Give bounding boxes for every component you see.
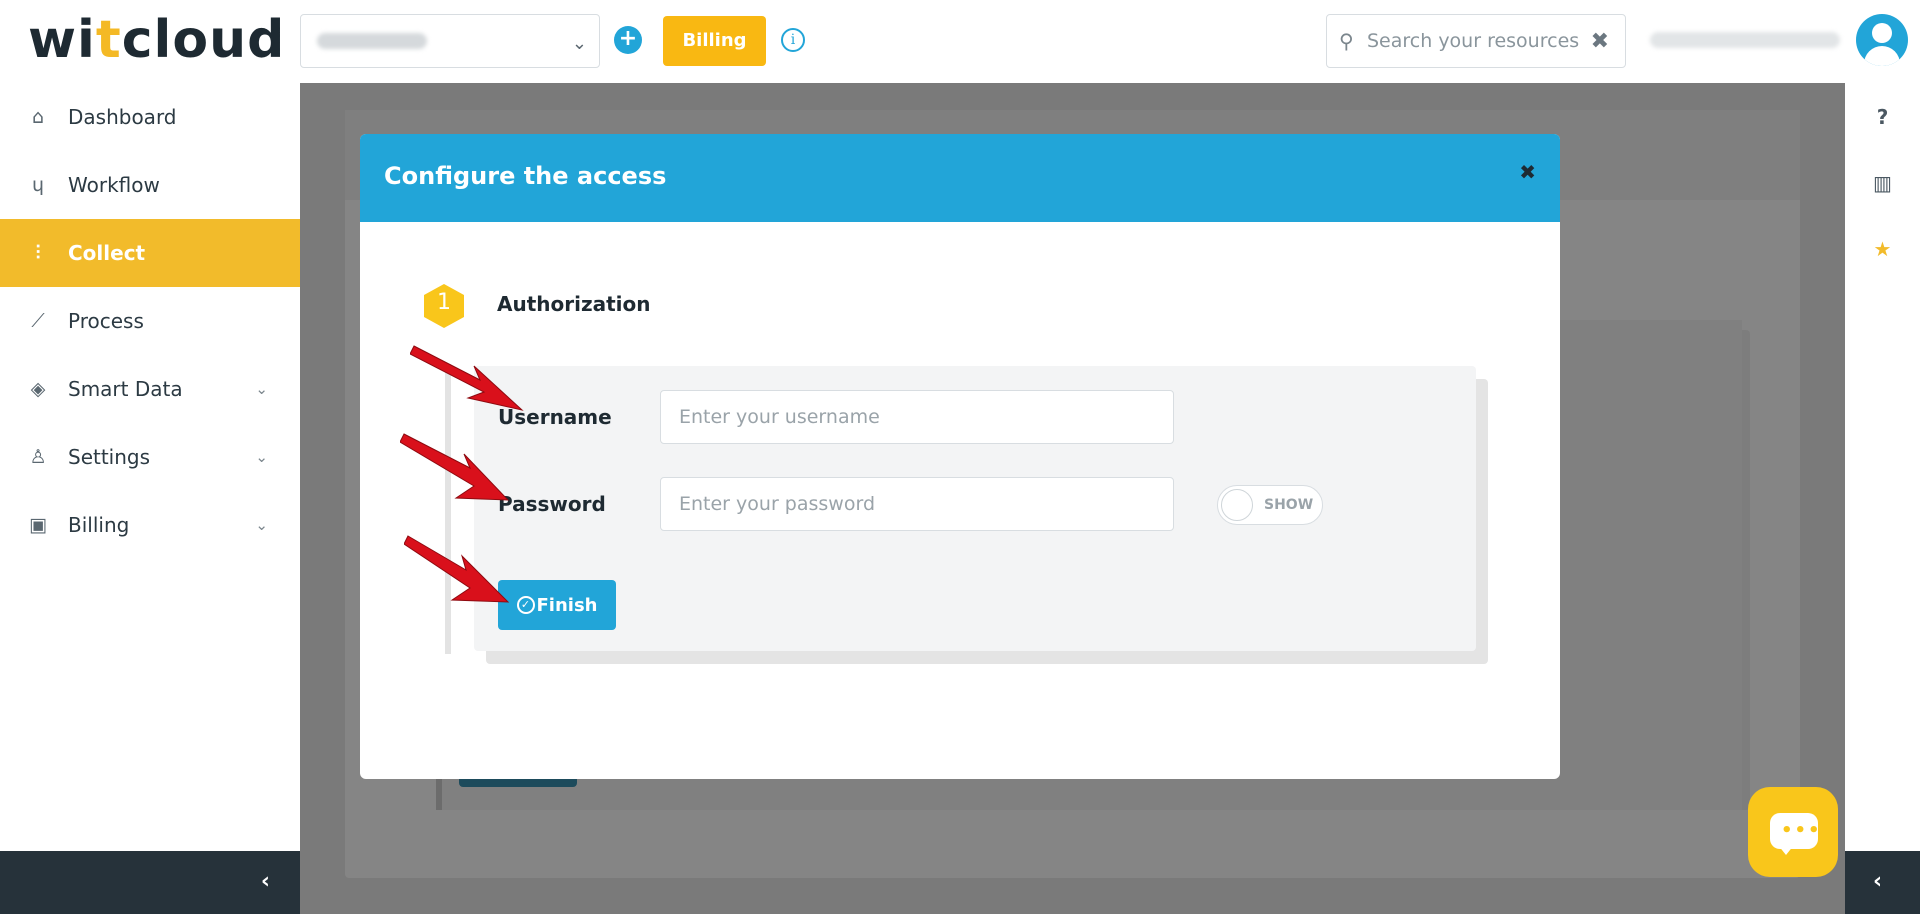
user-icon: ♙ — [29, 446, 47, 468]
annotation-arrow-username-icon — [410, 345, 524, 411]
sidebar-item-label: Dashboard — [68, 105, 177, 129]
sidebar-item-settings[interactable]: ♙ Settings ⌄ — [0, 423, 300, 491]
sidebar-item-process[interactable]: ⟋ Process — [0, 287, 300, 355]
password-field[interactable] — [660, 477, 1174, 531]
step-title: Authorization — [497, 292, 651, 316]
sidebar-item-label: Settings — [68, 445, 151, 469]
show-toggle-label: SHOW — [1264, 497, 1314, 513]
chevron-down-icon: ⌄ — [255, 516, 268, 534]
sidebar-item-label: Process — [68, 309, 144, 333]
money-icon: ▣ — [29, 514, 47, 536]
top-bar: witcloud ⌄ + Billing i ⚲ ✖ — [0, 0, 1920, 83]
chat-widget-button[interactable]: ••• — [1748, 787, 1838, 877]
avatar[interactable] — [1856, 14, 1908, 66]
modal-title: Configure the access — [384, 162, 667, 190]
sidebar-item-billing[interactable]: ▣ Billing ⌄ — [0, 491, 300, 559]
chevron-down-icon: ⌄ — [255, 448, 268, 466]
annotation-arrow-password-icon — [400, 433, 510, 501]
finish-button-label: Finish — [536, 594, 598, 616]
expand-rail-icon[interactable]: ‹ — [1873, 869, 1882, 894]
search-box: ⚲ ✖ — [1326, 14, 1626, 68]
branch-icon: ɥ — [31, 174, 45, 196]
right-rail: ? ▥ ★ — [1845, 83, 1920, 851]
close-icon[interactable]: ✖ — [1519, 160, 1536, 184]
sidebar-item-label: Workflow — [68, 173, 160, 197]
search-icon: ⚲ — [1339, 29, 1354, 53]
configure-access-modal: Configure the access ✖ 1 Authorization U… — [360, 134, 1560, 779]
user-email-redacted — [1650, 32, 1840, 48]
organization-select[interactable]: ⌄ — [300, 14, 600, 68]
help-icon[interactable]: ? — [1845, 105, 1920, 129]
sidebar-item-dashboard[interactable]: ⌂ Dashboard — [0, 83, 300, 151]
info-icon[interactable]: i — [781, 28, 805, 52]
chevron-down-icon: ⌄ — [255, 380, 268, 398]
clear-search-icon[interactable]: ✖ — [1591, 29, 1609, 54]
sidebar-footer: ‹ — [0, 851, 300, 914]
search-input[interactable] — [1367, 25, 1579, 57]
right-rail-footer: ‹ — [1845, 851, 1920, 914]
toggle-knob — [1221, 489, 1253, 521]
star-icon[interactable]: ★ — [1845, 237, 1920, 261]
sidebar-item-label: Smart Data — [68, 377, 183, 401]
chevron-down-icon: ⌄ — [571, 33, 587, 54]
layers-icon: ◈ — [30, 378, 46, 400]
book-icon[interactable]: ▥ — [1845, 171, 1920, 195]
organization-name-redacted — [317, 33, 427, 49]
add-organization-button[interactable]: + — [614, 26, 642, 54]
sliders-icon: ⫶ — [35, 242, 41, 264]
username-field[interactable] — [660, 390, 1174, 444]
home-icon: ⌂ — [31, 106, 45, 128]
annotation-arrow-finish-icon — [404, 535, 510, 603]
show-password-toggle[interactable]: SHOW — [1217, 485, 1323, 525]
witcloud-logo[interactable]: witcloud — [28, 10, 285, 70]
sidebar-item-label: Billing — [68, 513, 130, 537]
sidebar: ⌂ Dashboard ɥ Workflow ⫶ Collect ⟋ Proce… — [0, 83, 300, 851]
line-chart-icon: ⟋ — [31, 310, 45, 332]
sidebar-item-workflow[interactable]: ɥ Workflow — [0, 151, 300, 219]
step-number: 1 — [437, 290, 451, 315]
collapse-sidebar-icon[interactable]: ‹ — [261, 869, 270, 894]
sidebar-item-label: Collect — [68, 241, 146, 265]
billing-button[interactable]: Billing — [663, 16, 766, 66]
sidebar-item-collect[interactable]: ⫶ Collect — [0, 219, 300, 287]
sidebar-item-smart-data[interactable]: ◈ Smart Data ⌄ — [0, 355, 300, 423]
modal-header: Configure the access ✖ — [360, 134, 1560, 222]
